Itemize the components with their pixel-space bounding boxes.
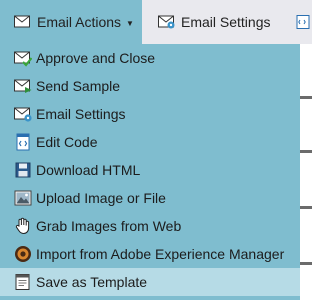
email-settings-button[interactable]: Email Settings (158, 0, 270, 44)
menu-item-download-html[interactable]: Download HTML (0, 156, 300, 184)
menu-item-edit-code[interactable]: Edit Code (0, 128, 300, 156)
menu-item-label: Edit Code (36, 134, 98, 150)
menu-item-import-from-adobe-experience-manager[interactable]: Import from Adobe Experience Manager (0, 240, 300, 268)
menu-item-label: Grab Images from Web (36, 218, 182, 234)
editor-toolbar: Email Actions ▼ Email Settings (0, 0, 312, 44)
caret-down-icon: ▼ (126, 18, 134, 28)
code-file-icon (296, 15, 310, 29)
menu-item-grab-images-from-web[interactable]: Grab Images from Web (0, 212, 300, 240)
email-settings-label: Email Settings (181, 14, 271, 30)
menu-item-save-as-template[interactable]: Save as Template (0, 268, 300, 296)
code-file-icon (16, 133, 30, 151)
email-actions-label: Email Actions (37, 14, 122, 30)
menu-item-email-settings[interactable]: Email Settings (0, 100, 300, 128)
hand-grab-icon (15, 217, 30, 235)
edit-code-button[interactable] (296, 0, 319, 44)
menu-item-label: Save as Template (36, 274, 148, 290)
email-actions-button[interactable]: Email Actions ▼ (0, 0, 142, 44)
adobe-aem-icon (15, 246, 31, 262)
envelope-icon (14, 15, 30, 28)
menu-item-label: Upload Image or File (36, 190, 166, 206)
menu-item-label: Approve and Close (36, 50, 156, 66)
background-divider (300, 150, 312, 153)
template-icon (15, 274, 30, 290)
menu-item-send-sample[interactable]: Send Sample (0, 72, 300, 100)
menu-item-label: Download HTML (36, 162, 141, 178)
background-divider (300, 262, 312, 265)
menu-item-label: Email Settings (36, 106, 126, 122)
menu-item-approve-and-close[interactable]: Approve and Close (0, 44, 300, 72)
background-divider (300, 206, 312, 209)
save-disk-icon (15, 162, 31, 178)
email-actions-menu: Approve and Close Send Sample Email Sett… (0, 44, 300, 300)
menu-item-label: Send Sample (36, 78, 121, 94)
menu-item-upload-image-or-file[interactable]: Upload Image or File (0, 184, 300, 212)
envelope-check-icon (14, 51, 32, 67)
envelope-send-icon (14, 79, 32, 93)
background-divider (300, 96, 312, 99)
menu-item-label: Import from Adobe Experience Manager (36, 246, 285, 262)
image-upload-icon (14, 190, 32, 206)
envelope-settings-icon (158, 15, 175, 29)
envelope-settings-icon (14, 107, 32, 122)
